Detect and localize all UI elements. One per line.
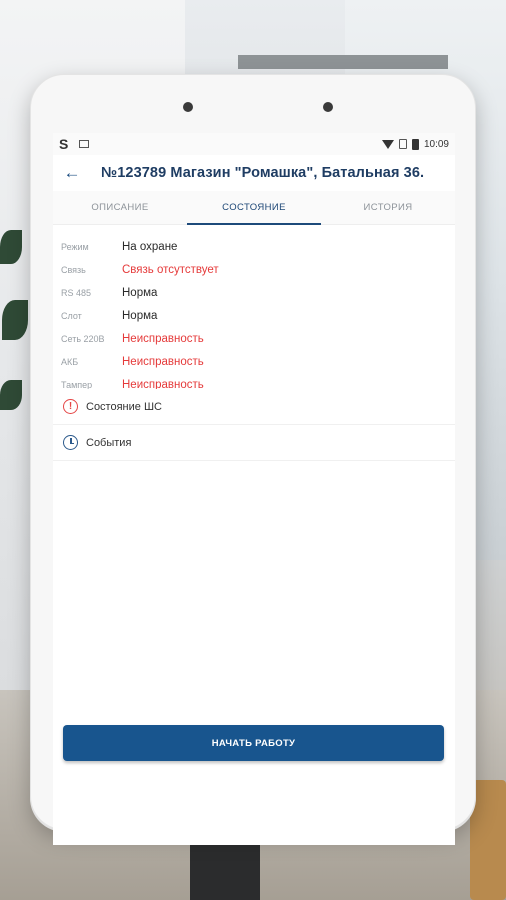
status-value: Норма — [122, 309, 158, 322]
plant-leaf — [2, 300, 28, 340]
battery-icon — [411, 138, 419, 150]
status-row-power: Сеть 220В Неисправность — [61, 327, 451, 350]
zones-state-label: Состояние ШС — [86, 400, 162, 413]
tablet-device: S 10:09 ← №123789 Магазин "Ромашка", Бат… — [30, 74, 476, 845]
status-key: Связь — [61, 264, 86, 275]
status-value: Неисправность — [122, 332, 204, 345]
status-key: Режим — [61, 241, 89, 252]
plant-leaf — [0, 380, 22, 410]
events-link[interactable]: События — [53, 425, 455, 461]
status-value: На охране — [122, 240, 178, 253]
tab-bar: ОПИСАНИЕ СОСТОЯНИЕ ИСТОРИЯ — [53, 191, 455, 225]
status-value: Неисправность — [122, 355, 204, 368]
status-value: Связь отсутствует — [122, 263, 219, 276]
status-key: Сеть 220В — [61, 333, 105, 344]
status-value: Норма — [122, 286, 158, 299]
back-button[interactable]: ← — [53, 155, 91, 191]
status-bar: S 10:09 — [53, 133, 455, 155]
status-list: Режим На охране Связь Связь отсутствует … — [61, 235, 451, 396]
front-sensor — [323, 102, 333, 112]
status-row-slot: Слот Норма — [61, 304, 451, 327]
zones-state-link[interactable]: ! Состояние ШС — [53, 389, 455, 425]
front-camera — [183, 102, 193, 112]
clock-icon — [63, 435, 78, 450]
image-notification-icon — [79, 140, 89, 148]
plant-leaf — [0, 230, 22, 264]
status-key: RS 485 — [61, 287, 92, 298]
page-title: №123789 Магазин "Ромашка", Батальная 36. — [101, 165, 425, 181]
start-work-button[interactable]: НАЧАТЬ РАБОТУ — [63, 725, 444, 761]
tab-history[interactable]: ИСТОРИЯ — [321, 191, 455, 224]
status-row-mode: Режим На охране — [61, 235, 451, 258]
wifi-icon — [381, 139, 394, 149]
status-key: Слот — [61, 310, 82, 321]
background-window-frame — [238, 55, 448, 69]
app-notification-icon: S — [59, 136, 69, 152]
events-label: События — [86, 436, 132, 449]
status-row-connection: Связь Связь отсутствует — [61, 258, 451, 281]
status-bar-right: 10:09 — [381, 138, 449, 150]
app-screen: S 10:09 ← №123789 Магазин "Ромашка", Бат… — [53, 133, 455, 845]
alert-circle-icon: ! — [63, 399, 78, 414]
status-row-battery: АКБ Неисправность — [61, 350, 451, 373]
arrow-left-icon: ← — [63, 163, 81, 182]
tab-description[interactable]: ОПИСАНИЕ — [53, 191, 187, 224]
status-row-rs485: RS 485 Норма — [61, 281, 451, 304]
status-key: Тампер — [61, 379, 93, 390]
status-key: АКБ — [61, 356, 79, 367]
app-bar: ← №123789 Магазин "Ромашка", Батальная 3… — [53, 155, 455, 191]
sim-icon — [398, 139, 407, 149]
status-time: 10:09 — [423, 138, 449, 150]
tab-state[interactable]: СОСТОЯНИЕ — [187, 191, 321, 225]
